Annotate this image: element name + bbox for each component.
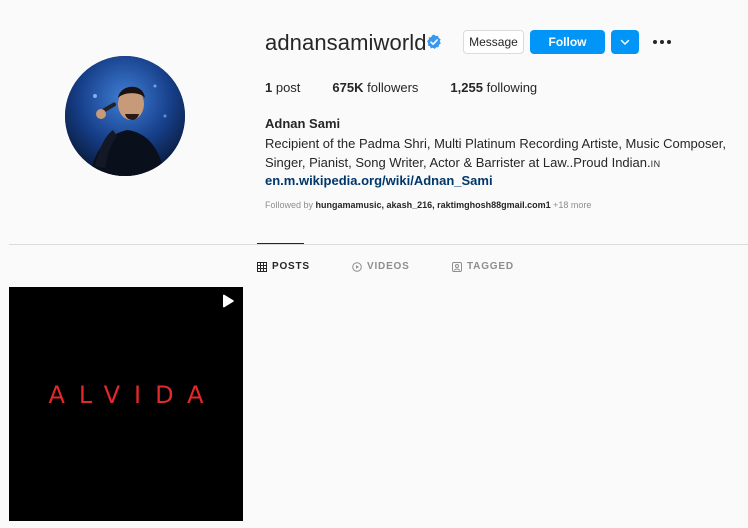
active-tab-indicator	[257, 243, 304, 244]
tag-user-icon	[452, 261, 462, 272]
tab-tagged[interactable]: TAGGED	[452, 261, 514, 272]
bio-line-1: Recipient of the Padma Shri, Multi Plati…	[265, 136, 726, 151]
following-count: 1,255	[450, 80, 483, 95]
follow-button[interactable]: Follow	[530, 30, 605, 54]
tab-posts[interactable]: POSTS	[257, 261, 310, 272]
reel-play-icon	[223, 294, 234, 308]
chevron-down-icon	[620, 39, 630, 45]
following-label: following	[482, 80, 538, 95]
followed-by-more: +18 more	[550, 200, 592, 210]
post-thumbnail[interactable]: ALVIDA	[9, 287, 243, 521]
bio-line-2: Singer, Pianist, Song Writer, Actor & Ba…	[265, 154, 735, 174]
tab-videos[interactable]: VIDEOS	[352, 261, 410, 272]
bio-text: Recipient of the Padma Shri, Multi Plati…	[265, 135, 735, 173]
avatar-image	[65, 56, 185, 176]
followed-by-names: hungamamusic, akash_216, raktimghosh88gm…	[315, 200, 551, 210]
followers-label: followers	[363, 80, 419, 95]
post-title: ALVIDA	[48, 381, 218, 409]
tab-tagged-label: TAGGED	[467, 261, 514, 272]
posts-label: post	[272, 80, 301, 95]
followers-stat[interactable]: 675K followers	[332, 80, 418, 95]
more-options-icon[interactable]	[651, 35, 673, 49]
bio-link[interactable]: en.m.wikipedia.org/wiki/Adnan_Sami	[265, 173, 493, 188]
tab-videos-label: VIDEOS	[367, 261, 410, 272]
full-name: Adnan Sami	[265, 116, 341, 131]
followed-by-prefix: Followed by	[265, 200, 316, 210]
suggested-accounts-button[interactable]	[611, 30, 639, 54]
grid-icon	[257, 261, 267, 272]
profile-page: adnansamiworld Message Follow 1 post 675…	[0, 0, 748, 528]
followed-by[interactable]: Followed by hungamamusic, akash_216, rak…	[265, 200, 591, 210]
profile-divider	[9, 244, 748, 245]
profile-stats: 1 post 675K followers 1,255 following	[265, 80, 569, 95]
message-button[interactable]: Message	[463, 30, 524, 54]
verified-badge-icon	[427, 34, 441, 49]
username: adnansamiworld	[265, 30, 427, 55]
avatar[interactable]	[65, 56, 185, 176]
bio-country-tag: IN	[650, 158, 661, 169]
play-circle-icon	[352, 261, 362, 272]
bio-line-2-text: Singer, Pianist, Song Writer, Actor & Ba…	[265, 154, 651, 170]
followers-count: 675K	[332, 80, 364, 95]
following-stat[interactable]: 1,255 following	[450, 80, 537, 95]
posts-stat: 1 post	[265, 80, 300, 95]
tab-posts-label: POSTS	[272, 261, 310, 272]
